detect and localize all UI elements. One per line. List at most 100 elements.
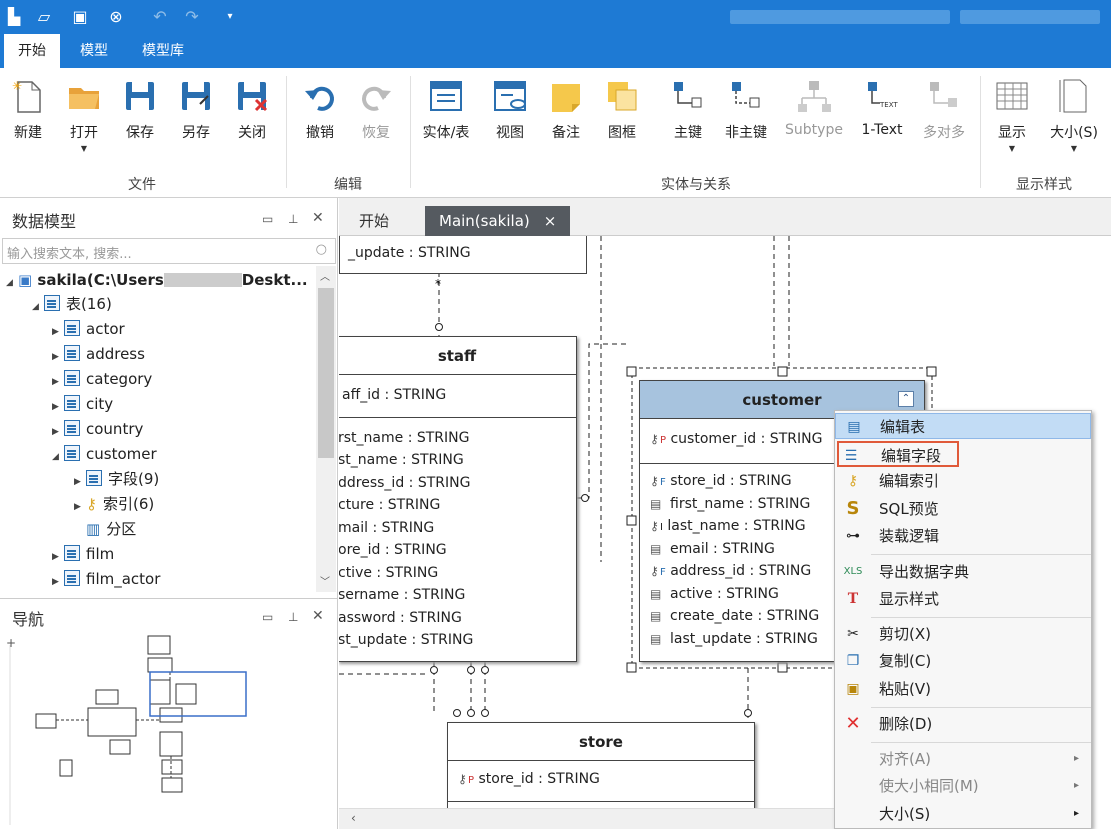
view-icon (492, 78, 528, 114)
dropdown-icon[interactable]: ▾ (220, 7, 240, 27)
tree-item-fields[interactable]: ▶ 字段(9) (74, 467, 159, 492)
table-icon (64, 395, 80, 411)
close-button[interactable]: 关闭 (224, 78, 280, 142)
menu-load-logic[interactable]: ⊶ 装载逻辑 (835, 523, 1091, 549)
many-to-many-button[interactable]: 多对多 (916, 78, 972, 142)
database-icon: ▣ (18, 271, 38, 289)
primary-key-icon: ⚷ (650, 432, 659, 446)
logic-icon: ⊶ (846, 528, 860, 544)
index-key-icon: ⚷ (86, 495, 97, 513)
menu-export-dictionary[interactable]: XLS 导出数据字典 (835, 559, 1091, 585)
frame-icon (604, 78, 640, 114)
new-icon[interactable]: ▙ (4, 7, 24, 27)
copy-icon: ❐ (846, 653, 860, 669)
entity-store-title: store (448, 723, 754, 761)
save-as-button[interactable]: 另存 (168, 78, 224, 142)
menu-sql-preview[interactable]: S SQL预览 (835, 496, 1091, 522)
entity-top-stub[interactable]: _update : STRING (339, 236, 587, 274)
maximize-icon[interactable]: ▭ (262, 212, 273, 226)
non-primary-key-button[interactable]: 非主键 (718, 78, 774, 142)
open-button[interactable]: 打开 ▼ (56, 78, 112, 153)
menu-paste[interactable]: ▣ 粘贴(V) (835, 676, 1091, 702)
entity-staff[interactable]: staff aff_id : STRING rst_name : STRING … (339, 336, 577, 662)
scroll-left-icon[interactable]: ‹ (351, 811, 356, 825)
menu-display-style[interactable]: T 显示样式 (835, 586, 1091, 612)
document-tabs: 开始 Main(sakila) × (339, 198, 1111, 236)
save-button[interactable]: 保存 (112, 78, 168, 142)
redo-arrow-icon (358, 78, 394, 114)
navigation-minimap[interactable] (0, 620, 338, 829)
title-bar: ▙ ▱ ▣ ⊗ ↶ ↷ ▾ (0, 0, 1111, 34)
table-icon (44, 295, 60, 311)
tab-start[interactable]: 开始 (4, 34, 60, 68)
tree-item-customer[interactable]: ◢ customer (52, 442, 157, 467)
tree-tables[interactable]: ◢ 表(16) (32, 292, 112, 317)
undo-button[interactable]: 撤销 (292, 78, 348, 142)
tab-start-page[interactable]: 开始 (345, 206, 403, 236)
undo-arrow-icon (302, 78, 338, 114)
svg-text:TEXT: TEXT (879, 101, 898, 109)
note-button[interactable]: 备注 (538, 78, 594, 142)
ribbon-separator (286, 76, 287, 188)
collapse-entity-icon[interactable]: ⌃ (898, 391, 914, 407)
table-icon: ▤ (847, 419, 861, 435)
new-button[interactable]: ✳ 新建 (0, 78, 56, 142)
tab-model-library[interactable]: 模型库 (128, 34, 198, 68)
redo-button[interactable]: 恢复 (348, 78, 404, 142)
tree-root-sakila[interactable]: ◢ ▣ sakila(C:\Users Deskt... (6, 268, 308, 293)
menu-edit-index[interactable]: ⚷ 编辑索引 (835, 468, 1091, 494)
one-text-button[interactable]: TEXT 1-Text (854, 78, 910, 138)
close-panel-icon[interactable]: ✕ (312, 210, 324, 226)
scroll-up-icon[interactable]: ︿ (320, 268, 330, 283)
tree-item-address[interactable]: ▶ address (52, 342, 145, 367)
table-icon (64, 545, 80, 561)
size-button[interactable]: 大小(S) ▼ (1044, 78, 1104, 153)
primary-key-button[interactable]: 主键 (660, 78, 716, 142)
grid-icon (994, 78, 1030, 114)
frame-button[interactable]: 图框 (594, 78, 650, 142)
tree-item-country[interactable]: ▶ country (52, 417, 143, 442)
menu-edit-fields[interactable]: ☰ 编辑字段 (837, 441, 959, 467)
close-tab-icon[interactable]: × (544, 212, 557, 230)
menu-size[interactable]: 大小(S) ▸ (835, 801, 1091, 827)
collapse-caret-icon: ▶ (52, 577, 59, 587)
close-icon[interactable]: ⊗ (106, 7, 126, 27)
search-input[interactable]: 输入搜索文本, 搜索... ○ (2, 238, 336, 264)
display-button[interactable]: 显示 ▼ (984, 78, 1040, 153)
menu-delete[interactable]: ✕ 删除(D) (835, 711, 1091, 737)
entity-staff-title: staff (339, 337, 576, 375)
tree-scrollbar[interactable]: ︿ ﹀ (316, 266, 336, 592)
scroll-thumb[interactable] (318, 288, 334, 458)
expand-caret-icon: ◢ (52, 452, 59, 462)
tree-item-actor[interactable]: ▶ actor (52, 317, 125, 342)
menu-edit-table[interactable]: ▤ 编辑表 (835, 413, 1091, 439)
tree-item-film[interactable]: ▶ film (52, 542, 114, 567)
panel-title: 数据模型 (12, 212, 77, 231)
menu-same-size[interactable]: 使大小相同(M) ▸ (835, 773, 1091, 799)
pin-icon[interactable]: ⊥ (288, 212, 298, 226)
tree-item-city[interactable]: ▶ city (52, 392, 113, 417)
open-icon[interactable]: ▱ (34, 7, 54, 27)
horizontal-scrollbar[interactable]: ‹ (339, 808, 834, 829)
tree-item-film-actor[interactable]: ▶ film_actor (52, 567, 160, 592)
menu-cut[interactable]: ✂ 剪切(X) (835, 621, 1091, 647)
scroll-down-icon[interactable]: ﹀ (320, 573, 330, 588)
subtype-button[interactable]: Subtype (784, 78, 844, 138)
tree-item-indexes[interactable]: ▶ ⚷ 索引(6) (74, 492, 154, 517)
folder-icon (66, 78, 102, 114)
redo-icon[interactable]: ↷ (182, 7, 202, 27)
group-edit: 编辑 (334, 177, 362, 193)
menu-bar: 开始 模型 模型库 (0, 34, 1111, 68)
menu-copy[interactable]: ❐ 复制(C) (835, 648, 1091, 674)
entity-table-button[interactable]: 实体/表 (418, 78, 474, 142)
tab-main-sakila[interactable]: Main(sakila) × (425, 206, 571, 236)
undo-icon[interactable]: ↶ (150, 7, 170, 27)
tab-model[interactable]: 模型 (66, 34, 122, 68)
tree-item-partition[interactable]: ▥ 分区 (74, 517, 136, 542)
view-button[interactable]: 视图 (482, 78, 538, 142)
menu-align[interactable]: 对齐(A) ▸ (835, 746, 1091, 772)
save-icon[interactable]: ▣ (70, 7, 90, 27)
field-icon: ▤ (650, 632, 662, 646)
tree-item-category[interactable]: ▶ category (52, 367, 152, 392)
blurred-path (163, 273, 242, 287)
